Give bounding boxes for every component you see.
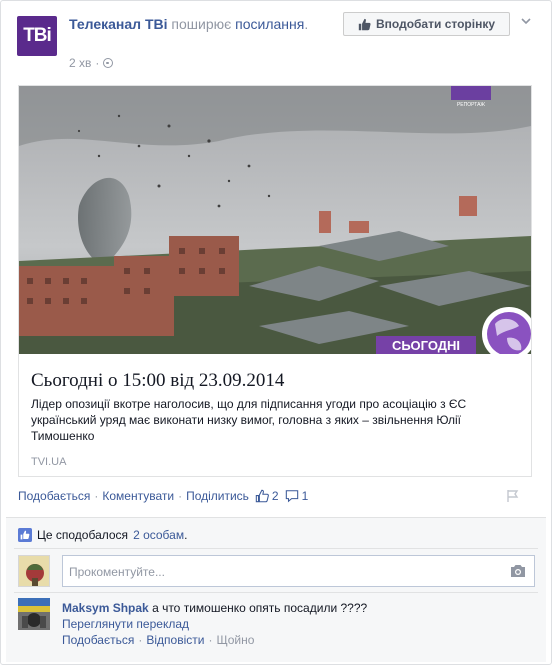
current-user-avatar[interactable]	[18, 555, 50, 587]
story-header: ТВі Телеканал ТВі поширює посилання. 2 х…	[17, 12, 537, 76]
comment-reply-link[interactable]: Відповісти	[146, 632, 204, 648]
user-avatar-image	[19, 556, 49, 586]
page-avatar[interactable]: ТВі	[17, 16, 57, 56]
commenter-avatar[interactable]	[18, 598, 50, 630]
comment-body: Maksym Shpak а что тимошенко опять посад…	[62, 600, 532, 616]
story-actions: Подобається · Коментувати · Поділитись 2…	[18, 489, 518, 503]
likes-suffix: .	[184, 528, 188, 542]
likers-link[interactable]: 2 особам	[133, 528, 184, 542]
likes-prefix: Це сподобалося	[37, 528, 129, 542]
speech-bubble-icon	[285, 490, 298, 503]
tornado-scene-illustration: РЕПОРТАЖ СЬОГОДНІ	[19, 86, 531, 354]
article-image[interactable]: РЕПОРТАЖ СЬОГОДНІ	[19, 86, 531, 354]
feedback-section: Це сподобалося 2 особам. Прокоментуйте..…	[6, 517, 546, 662]
chevron-down-icon[interactable]	[519, 14, 533, 28]
image-badge-text: СЬОГОДНІ	[392, 338, 460, 353]
flag-icon[interactable]	[506, 489, 520, 503]
action-text: поширює	[171, 16, 232, 32]
action-dot: ·	[178, 489, 183, 503]
thumbs-up-icon	[255, 489, 269, 503]
share-link[interactable]: Поділитись	[186, 489, 249, 503]
comment-like-link[interactable]: Подобається	[62, 632, 134, 648]
comment-placeholder: Прокоментуйте...	[69, 565, 165, 579]
page-name-link[interactable]: Телеканал ТВі	[69, 16, 168, 32]
globe-icon[interactable]	[103, 58, 114, 68]
camera-icon[interactable]	[510, 564, 526, 578]
meta-dot: ·	[95, 56, 100, 70]
divider	[14, 548, 538, 549]
article-description: Лідер опозиції вкотре наголосив, що для …	[31, 397, 467, 443]
commenter-avatar-image	[18, 598, 50, 630]
thumbs-up-icon	[18, 528, 32, 542]
story-meta: 2 хв ·	[69, 56, 114, 70]
news-feed-story: ТВі Телеканал ТВі поширює посилання. 2 х…	[0, 0, 552, 665]
comments-count-link[interactable]: 1	[285, 489, 309, 503]
likes-sentence: Це сподобалося 2 особам.	[18, 528, 187, 542]
likes-count-link[interactable]: 2	[255, 489, 279, 503]
action-dot: ·	[208, 633, 213, 647]
headline-period: .	[304, 16, 309, 32]
like-page-label: Вподобати сторінку	[375, 17, 496, 31]
thumbs-up-icon	[358, 18, 371, 30]
comment-author-link[interactable]: Maksym Shpak	[62, 601, 149, 615]
likes-count: 2	[271, 489, 279, 503]
comment-input[interactable]: Прокоментуйте...	[62, 555, 535, 587]
timestamp[interactable]: 2 хв	[69, 56, 91, 70]
action-dot: ·	[94, 489, 99, 503]
article-title[interactable]: Сьогодні о 15:00 від 23.09.2014	[31, 370, 284, 392]
comment-link[interactable]: Коментувати	[102, 489, 174, 503]
article-source: TVI.UA	[31, 456, 67, 468]
comment-actions: Подобається · Відповісти · Щойно	[62, 632, 532, 648]
comments-count: 1	[301, 489, 309, 503]
like-link[interactable]: Подобається	[18, 489, 90, 503]
comment: Maksym Shpak а что тимошенко опять посад…	[62, 600, 532, 648]
shared-link-link[interactable]: посилання	[235, 16, 304, 32]
image-tag-text: РЕПОРТАЖ	[457, 102, 485, 108]
story-headline: Телеканал ТВі поширює посилання.	[69, 14, 329, 34]
divider	[14, 592, 538, 593]
action-dot: ·	[138, 633, 143, 647]
see-translation-link[interactable]: Переглянути переклад	[62, 616, 532, 632]
link-attachment[interactable]: РЕПОРТАЖ СЬОГОДНІ Сьогодні о 15:00 від 2…	[18, 85, 532, 477]
like-page-button[interactable]: Вподобати сторінку	[343, 12, 510, 36]
comment-text: а что тимошенко опять посадили ????	[152, 601, 368, 615]
comment-timestamp[interactable]: Щойно	[216, 632, 254, 648]
